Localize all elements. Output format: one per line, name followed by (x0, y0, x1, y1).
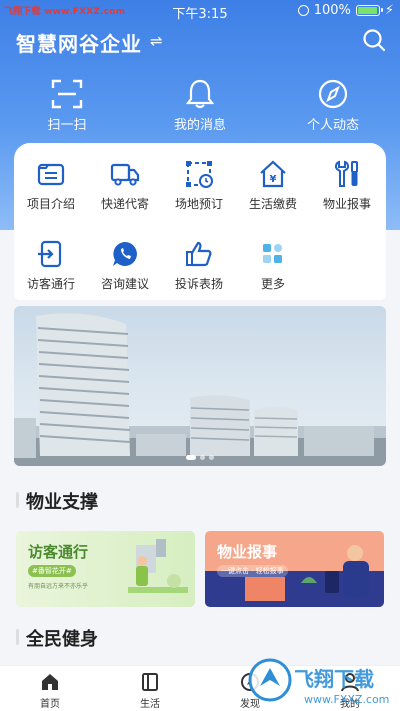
quick-activity[interactable]: 个人动态 (278, 78, 388, 133)
list-icon (37, 163, 65, 186)
truck-icon (110, 163, 140, 186)
service-label: 更多 (260, 277, 285, 291)
quick-scan[interactable]: 扫一扫 (12, 78, 122, 133)
carousel-dots (14, 455, 386, 460)
services-card: 项目介绍 快递代寄 场地预订 ¥ 生活缴费 物业报事 访客通行 咨询建议 投诉表… (14, 143, 386, 300)
grid-icon (263, 244, 282, 263)
home-yuan-icon: ¥ (260, 160, 286, 188)
service-feedback[interactable]: 投诉表扬 (162, 239, 236, 292)
service-label: 咨询建议 (100, 277, 149, 291)
section-title-property: 物业支撑 (16, 488, 98, 514)
promo-report-tag: 一键点击 · 轻松报事 (217, 565, 288, 577)
promo-visitor-subtitle: 有朋自远方来不亦乐乎 (28, 583, 89, 590)
service-consult[interactable]: 咨询建议 (88, 239, 162, 292)
book-icon (142, 673, 158, 691)
battery-icon (355, 5, 383, 16)
service-label: 项目介绍 (26, 197, 75, 211)
banner-carousel[interactable] (14, 306, 386, 466)
promo-visitor-tag: #番智花开# (28, 565, 76, 577)
service-property-report[interactable]: 物业报事 (310, 159, 384, 212)
carousel-dot-active[interactable] (186, 455, 196, 460)
top-bar: 智慧网谷企业 ⇌ (0, 24, 400, 58)
quick-activity-label: 个人动态 (306, 118, 359, 133)
quick-scan-label: 扫一扫 (47, 118, 87, 133)
promo-property-report[interactable]: 物业报事 一键点击 · 轻松报事 (205, 531, 384, 607)
visitor-icon (38, 240, 62, 268)
venue-icon (186, 161, 213, 188)
service-project-intro[interactable]: 项目介绍 (14, 159, 88, 212)
swap-icon[interactable]: ⇌ (150, 32, 163, 50)
battery-fill (357, 7, 377, 14)
service-label: 物业报事 (322, 197, 371, 211)
tools-icon (334, 160, 358, 187)
service-visitor[interactable]: 访客通行 (14, 239, 88, 292)
nav-life[interactable]: 生活 (110, 672, 190, 710)
service-label: 访客通行 (26, 277, 75, 291)
service-label: 生活缴费 (248, 197, 297, 211)
svg-text:¥: ¥ (270, 174, 277, 185)
watermark-logo: 飞翔下载 www.FXXZ.com (248, 658, 389, 706)
chat-icon (113, 242, 137, 266)
promo-visitor-title: 访客通行 (28, 543, 89, 561)
bell-icon (185, 79, 215, 109)
charging-icon: ⚡ (384, 3, 394, 18)
thumbs-up-icon (186, 241, 212, 267)
service-label: 快递代寄 (100, 197, 149, 211)
section-title-fitness: 全民健身 (16, 625, 98, 651)
quick-messages[interactable]: 我的消息 (145, 78, 255, 133)
search-icon[interactable] (362, 28, 386, 52)
service-venue[interactable]: 场地预订 (162, 159, 236, 212)
svg-text:飞翔下载: 飞翔下载 (294, 667, 374, 691)
nav-label: 首页 (40, 699, 60, 710)
service-label: 投诉表扬 (174, 277, 223, 291)
rotation-lock-icon (297, 5, 309, 16)
home-icon (42, 674, 58, 690)
app-title: 智慧网谷企业 (16, 32, 142, 56)
compass-icon (318, 79, 348, 109)
promo-report-title: 物业报事 (217, 543, 278, 561)
battery-percent: 100% (313, 3, 351, 18)
nav-home[interactable]: 首页 (10, 672, 90, 710)
scan-icon (51, 79, 83, 109)
service-label: 场地预订 (174, 197, 223, 211)
service-utility[interactable]: ¥ 生活缴费 (236, 159, 310, 212)
carousel-dot[interactable] (209, 455, 214, 460)
service-express[interactable]: 快递代寄 (88, 159, 162, 212)
carousel-dot[interactable] (200, 455, 205, 460)
service-more[interactable]: 更多 (236, 239, 310, 292)
status-bar: 飞翔下载 www.FXXZ.com 下午3:15 100% ⚡ (0, 0, 400, 22)
banner-image (14, 313, 386, 466)
promo-visitor[interactable]: 访客通行 #番智花开# 有朋自远方来不亦乐乎 (16, 531, 195, 607)
svg-text:www.FXXZ.com: www.FXXZ.com (304, 693, 389, 706)
nav-label: 生活 (140, 699, 160, 710)
quick-messages-label: 我的消息 (173, 118, 226, 133)
